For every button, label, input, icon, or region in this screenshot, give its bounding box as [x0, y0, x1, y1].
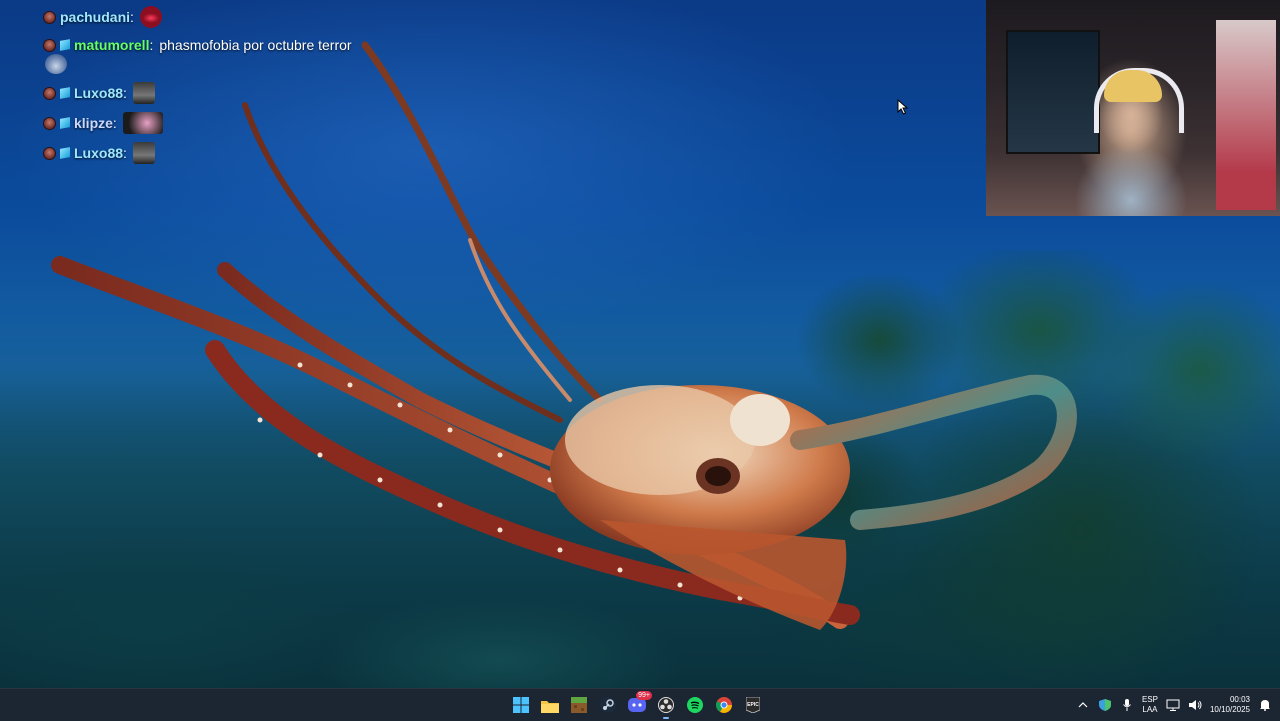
chat-username: matumorell [74, 37, 150, 53]
speaker-icon [1188, 700, 1202, 710]
obs-button[interactable] [655, 693, 677, 719]
mouse-cursor-icon [897, 99, 909, 115]
viewer-badge-icon [43, 10, 56, 24]
chat-message: Luxo88: [43, 82, 363, 104]
cube-badge-icon [60, 117, 70, 129]
chat-text: phasmofobia por octubre terror [159, 37, 352, 53]
discord-icon [628, 698, 646, 712]
obs-icon [658, 697, 674, 713]
chat-message: matumorell: phasmofobia por octubre terr… [43, 36, 363, 74]
minecraft-icon [571, 697, 587, 713]
chat-username: Luxo88 [74, 145, 124, 161]
file-explorer-button[interactable] [539, 693, 561, 717]
spotify-button[interactable] [684, 693, 706, 717]
taskbar: 99+ EPIC ESP LAA 00:03 10/10/2025 [0, 688, 1280, 721]
cloud-emote-icon [45, 54, 67, 74]
cube-badge-icon [60, 147, 70, 159]
steam-icon [600, 697, 616, 713]
chevron-up-icon [1078, 702, 1088, 708]
clock-time: 00:03 [1229, 695, 1250, 704]
chat-username: Luxo88 [74, 85, 124, 101]
shield-icon [1098, 699, 1111, 711]
discord-notification-badge: 99+ [636, 691, 652, 700]
viewer-badge-icon [43, 116, 56, 130]
start-button[interactable] [510, 693, 532, 717]
bell-icon [1260, 700, 1270, 711]
svg-text:EPIC: EPIC [747, 702, 759, 708]
start-icon [513, 697, 529, 713]
language-indicator[interactable]: ESP LAA [1142, 695, 1158, 715]
clock-date: 10/10/2025 [1209, 705, 1250, 714]
viewer-badge-icon [43, 86, 56, 100]
webcam-overlay [986, 0, 1280, 216]
network-icon [1166, 699, 1180, 711]
show-hidden-icons-button[interactable] [1076, 698, 1090, 712]
discord-button[interactable]: 99+ [626, 691, 652, 717]
chat-message: pachudani: [43, 6, 363, 28]
notifications-button[interactable] [1258, 698, 1272, 712]
microphone-icon [1123, 699, 1131, 711]
chat-message: Luxo88: [43, 142, 363, 164]
volume-tray-button[interactable] [1188, 698, 1202, 712]
taskbar-apps: 99+ EPIC [510, 689, 764, 721]
viewer-badge-icon [43, 146, 56, 160]
file-explorer-icon [541, 700, 559, 713]
chrome-button[interactable] [713, 693, 735, 717]
lips-emote-icon [139, 6, 162, 28]
system-tray: ESP LAA 00:03 10/10/2025 [1076, 689, 1272, 721]
network-tray-button[interactable] [1166, 698, 1180, 712]
wide-emote-icon [122, 112, 163, 134]
clock[interactable]: 00:03 10/10/2025 [1210, 695, 1250, 715]
stream-chat: pachudani: matumorell: phasmofobia por o… [43, 6, 363, 172]
epic-games-button[interactable]: EPIC [742, 693, 764, 717]
steam-button[interactable] [597, 693, 619, 717]
webcam-background-decor [1216, 20, 1276, 210]
chat-username: pachudani [60, 9, 131, 25]
minecraft-button[interactable] [568, 693, 590, 717]
face-emote-icon [132, 82, 155, 104]
chat-message: klipze: [43, 112, 363, 134]
keyboard-layout: LAA [1142, 705, 1158, 714]
chrome-icon [716, 697, 732, 713]
chat-username: klipze [74, 115, 113, 131]
spotify-icon [687, 697, 703, 713]
defender-tray-button[interactable] [1098, 698, 1112, 712]
face-emote-icon [132, 142, 155, 164]
viewer-badge-icon [43, 38, 56, 52]
cube-badge-icon [60, 39, 70, 51]
language-code: ESP [1141, 695, 1158, 704]
cube-badge-icon [60, 87, 70, 99]
epic-games-icon: EPIC [746, 697, 760, 713]
microphone-tray-button[interactable] [1120, 698, 1134, 712]
